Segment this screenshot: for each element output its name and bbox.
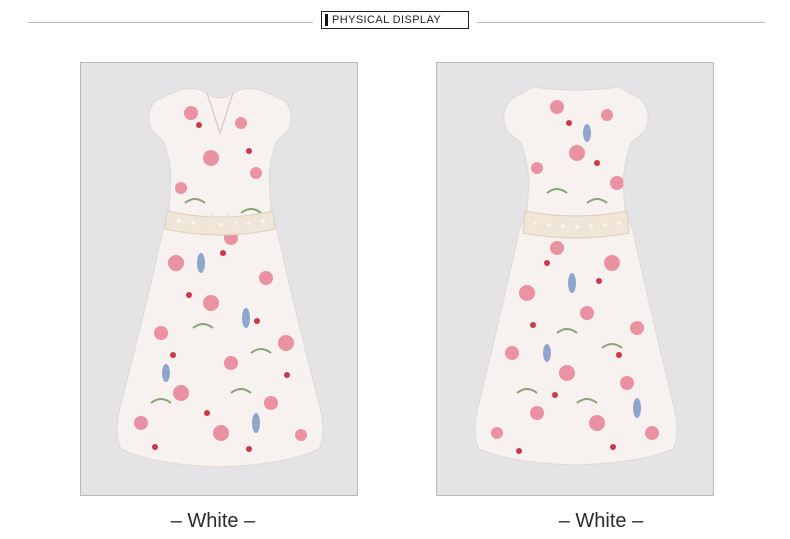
section-title: PHYSICAL DISPLAY	[332, 14, 442, 26]
section-title-box: PHYSICAL DISPLAY	[321, 11, 469, 29]
section-header: PHYSICAL DISPLAY	[0, 0, 790, 44]
product-photo-front	[80, 62, 358, 496]
product-caption-back: – White –	[558, 510, 644, 532]
title-accent-bar	[325, 14, 328, 26]
header-rule-right	[477, 22, 765, 23]
header-rule-left	[28, 22, 313, 23]
product-caption-front: – White –	[170, 510, 256, 532]
dress-back-photo-icon	[437, 63, 713, 495]
product-photo-back	[436, 62, 714, 496]
dress-front-photo-icon	[81, 63, 357, 495]
